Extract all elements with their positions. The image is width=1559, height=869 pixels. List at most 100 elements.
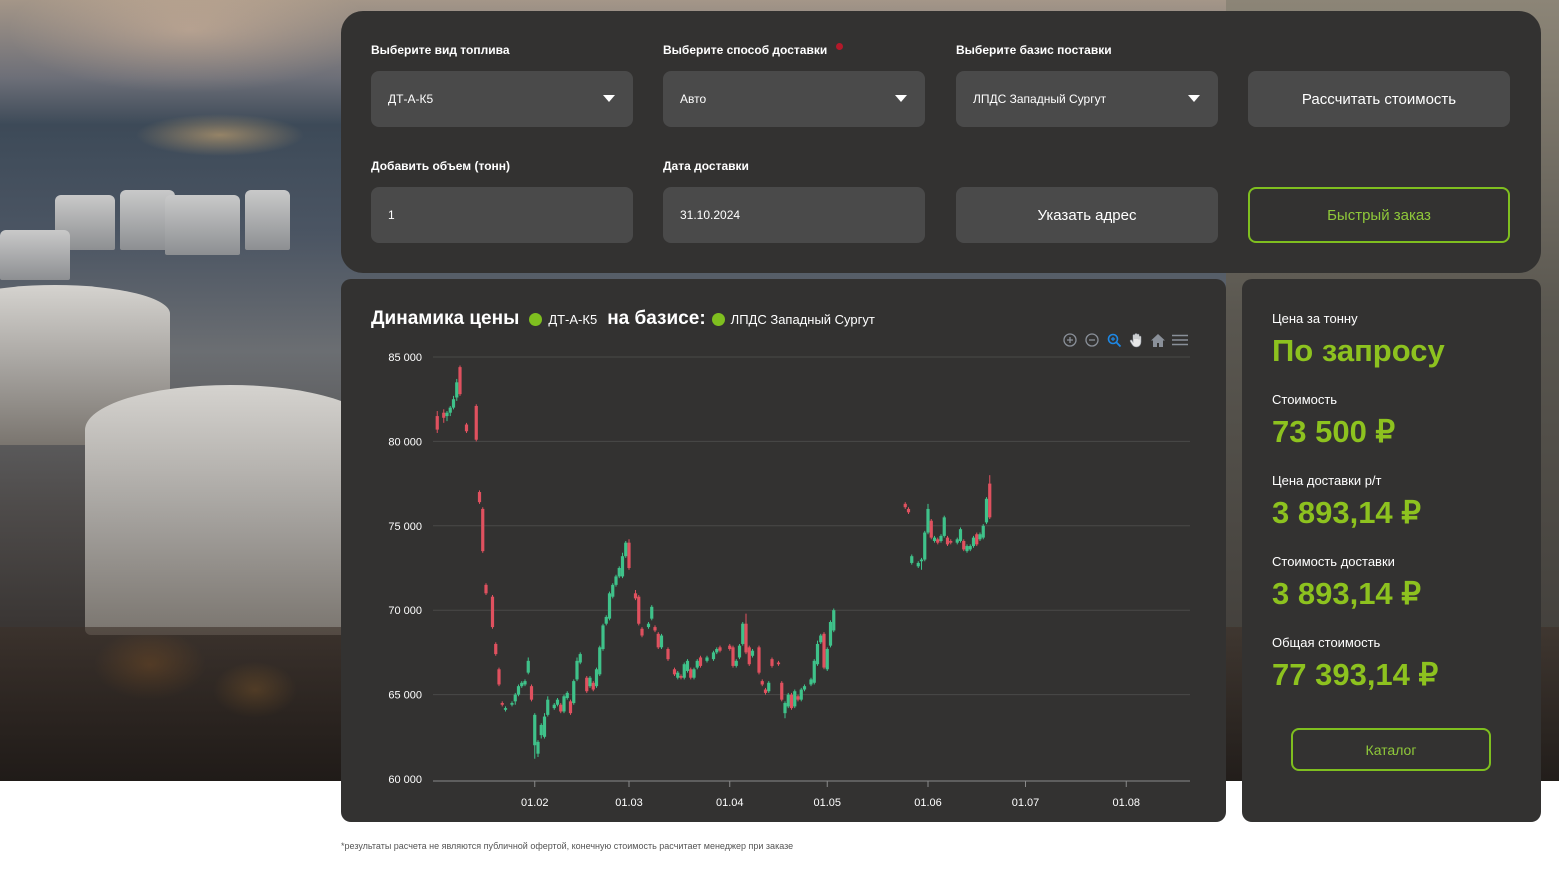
- candle-body: [591, 682, 595, 690]
- volume-value: 1: [388, 208, 395, 222]
- candle-body: [536, 741, 540, 754]
- delivery-basis-select[interactable]: ЛПДС Западный Сургут: [956, 71, 1218, 127]
- candle-body: [958, 529, 963, 541]
- candle-body: [945, 537, 950, 545]
- candle-body: [689, 669, 693, 678]
- candle-body: [926, 508, 930, 533]
- candle-body: [741, 623, 745, 644]
- candle-body: [737, 645, 742, 658]
- candle-body: [565, 692, 569, 698]
- x-tick-label: 01.04: [716, 797, 744, 809]
- chevron-down-icon: [895, 95, 907, 102]
- candle-body: [448, 407, 452, 413]
- candle-body: [971, 537, 976, 547]
- candle-body: [780, 682, 784, 700]
- volume-input[interactable]: 1: [371, 187, 633, 243]
- candle-body: [523, 681, 527, 685]
- candle-body: [978, 534, 982, 540]
- candle-body: [763, 689, 768, 693]
- candle-body: [757, 647, 761, 673]
- candle-body: [442, 412, 446, 418]
- candle-body: [832, 610, 836, 631]
- candle-body: [685, 660, 690, 671]
- candle-body: [962, 540, 966, 550]
- delivery-method-label: Выберите способ доставки: [663, 43, 844, 57]
- candle-body: [481, 508, 485, 552]
- storage-tank: [245, 190, 290, 250]
- candle-body: [653, 627, 657, 631]
- candle-body: [503, 708, 508, 710]
- price-per-ton-value: По запросу: [1272, 333, 1445, 368]
- catalog-button[interactable]: Каталог: [1291, 728, 1491, 771]
- candle-body: [822, 633, 826, 668]
- delivery-basis-label: Выберите базис поставки: [956, 43, 1112, 57]
- candle-body: [477, 492, 482, 503]
- candle-body: [588, 677, 592, 687]
- candle-body: [819, 635, 823, 643]
- candle-body: [594, 669, 599, 687]
- candle-body: [611, 584, 615, 597]
- candle-body: [955, 539, 959, 543]
- calculate-cost-button[interactable]: Рассчитать стоимость: [1248, 71, 1510, 127]
- volume-label: Добавить объем (тонн): [371, 159, 511, 173]
- candle-body: [770, 659, 774, 666]
- candle-body: [715, 649, 719, 653]
- delivery-rate-value: 3 893,14 ₽: [1272, 495, 1422, 530]
- candle-body: [659, 635, 664, 648]
- candle-body: [825, 649, 829, 670]
- candle-body: [546, 699, 550, 715]
- candle-body: [988, 483, 992, 518]
- candle-body: [984, 498, 989, 523]
- quick-order-button[interactable]: Быстрый заказ: [1248, 187, 1510, 243]
- candle-body: [718, 647, 722, 651]
- candle-body: [919, 559, 924, 562]
- candle-body: [809, 679, 813, 685]
- candle-body: [923, 532, 927, 560]
- candle-body: [796, 696, 800, 700]
- candle-body: [698, 657, 703, 666]
- disclaimer-footnote: *результаты расчета не являются публично…: [341, 841, 794, 851]
- candle-body: [484, 584, 488, 594]
- delivery-cost-label: Стоимость доставки: [1272, 554, 1395, 569]
- candle-body: [637, 596, 641, 624]
- y-tick-label: 70 000: [388, 605, 422, 617]
- candle-body: [695, 660, 699, 668]
- candle-body: [793, 691, 797, 707]
- specify-address-button[interactable]: Указать адрес: [956, 187, 1218, 243]
- required-dot-icon: [836, 43, 844, 50]
- candle-body: [965, 546, 969, 552]
- y-tick-label: 80 000: [388, 436, 422, 448]
- candle-body: [542, 716, 547, 737]
- y-tick-label: 85 000: [388, 352, 422, 364]
- candle-body: [750, 650, 755, 656]
- candle-body: [760, 681, 764, 685]
- candle-body: [767, 682, 771, 692]
- candle-body: [812, 660, 816, 683]
- candle-body: [975, 534, 979, 545]
- delivery-date-input[interactable]: 31.10.2024: [663, 187, 925, 243]
- candle-body: [604, 616, 608, 624]
- candle-body: [575, 660, 579, 680]
- candle-body: [435, 416, 439, 430]
- candle-body: [776, 662, 781, 665]
- candle-body: [789, 694, 794, 709]
- candle-body: [513, 694, 517, 702]
- candle-body: [572, 681, 576, 704]
- candle-body: [679, 676, 683, 678]
- order-form-panel: Выберите вид топлива ДТ-А-К5 Выберите сп…: [341, 11, 1541, 273]
- candle-body: [666, 649, 670, 660]
- total-cost-value: 77 393,14 ₽: [1272, 657, 1439, 692]
- delivery-rate-label: Цена доставки р/т: [1272, 473, 1382, 488]
- candle-body: [568, 701, 573, 714]
- fuel-type-select[interactable]: ДТ-А-К5: [371, 71, 633, 127]
- price-per-ton-label: Цена за тонну: [1272, 311, 1358, 326]
- x-tick-label: 01.02: [521, 797, 549, 809]
- candle-body: [903, 503, 907, 508]
- storage-tank: [165, 195, 240, 255]
- candle-body: [731, 647, 735, 666]
- delivery-method-select[interactable]: Авто: [663, 71, 925, 127]
- candle-body: [656, 633, 660, 648]
- x-tick-label: 01.06: [914, 797, 942, 809]
- candle-body: [728, 645, 732, 650]
- storage-tank: [0, 230, 70, 280]
